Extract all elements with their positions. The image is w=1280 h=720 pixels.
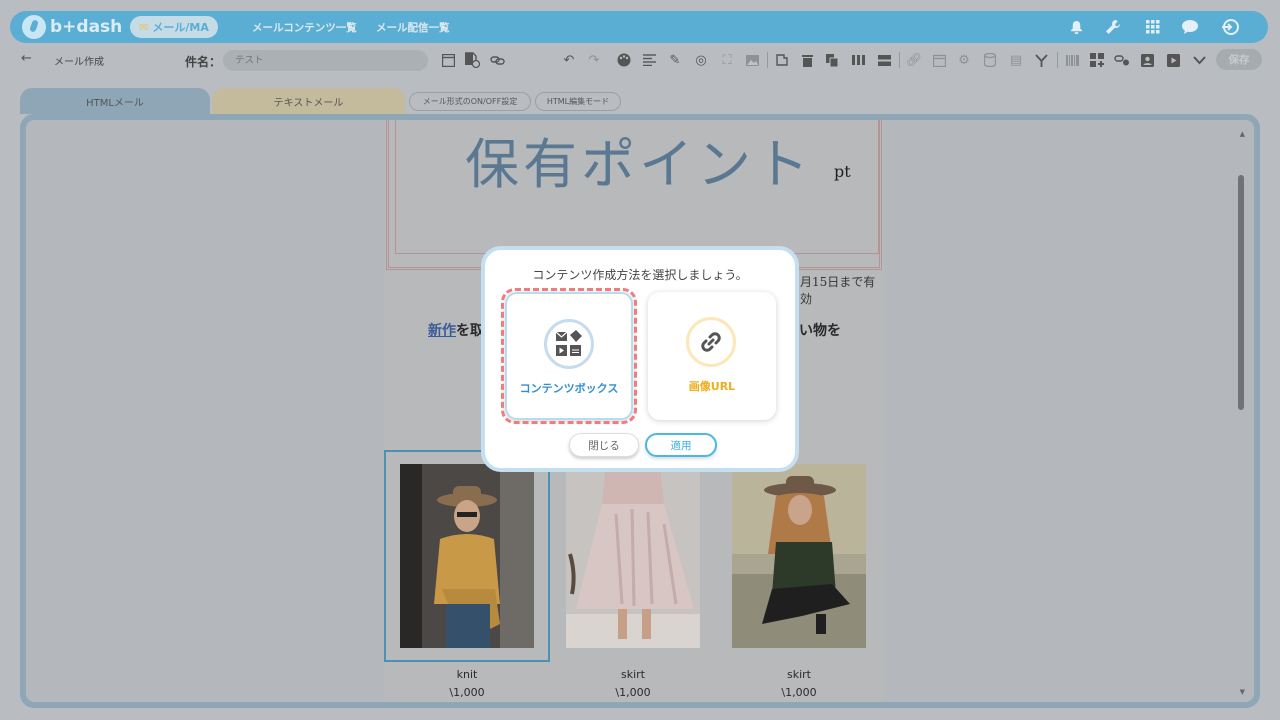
wrench-icon[interactable]	[1103, 17, 1123, 37]
preview-icon[interactable]	[439, 51, 457, 69]
schedule-icon[interactable]	[463, 51, 481, 69]
trash-icon[interactable]	[798, 51, 816, 69]
headline-text-tail: い物を	[799, 323, 841, 339]
nav-mail-ma-button[interactable]: ✉ メール/MA	[130, 16, 218, 38]
tab-text-mail-label: テキストメール	[273, 97, 344, 109]
scroll-down-arrow-icon[interactable]: ▼	[1240, 688, 1245, 696]
mail-format-toggle-button[interactable]: メール形式のON/OFF設定	[409, 92, 531, 111]
copy-icon[interactable]	[823, 51, 841, 69]
app-header: b+dash ✉ メール/MA メールコンテンツ一覧 メール配信一覧	[10, 11, 1268, 43]
product-photo-knit	[400, 464, 534, 648]
chevron-down-icon[interactable]	[1190, 51, 1208, 69]
product-price: \1,000	[449, 686, 485, 699]
calendar-icon[interactable]	[930, 51, 948, 69]
product-price: \1,000	[615, 686, 651, 699]
add-block-icon[interactable]	[1088, 51, 1106, 69]
apply-button[interactable]: 適用	[645, 433, 717, 457]
barcode-icon[interactable]	[1063, 51, 1081, 69]
headline-link[interactable]: 新作	[428, 323, 456, 339]
toolbar-separator	[767, 52, 768, 68]
grid-icon[interactable]	[1143, 17, 1163, 37]
fullscreen-icon[interactable]: ⛶	[718, 51, 736, 69]
toolbar-separator	[1057, 52, 1058, 68]
tab-text-mail[interactable]: テキストメール	[212, 88, 405, 114]
points-expiry-text: 月15日まで有効	[800, 275, 876, 306]
branch-icon[interactable]	[1032, 51, 1050, 69]
content-method-dialog: コンテンツ作成方法を選択しましょう。 コンテンツボックス 画像URL 閉じる 適…	[481, 246, 799, 472]
columns-icon[interactable]	[849, 51, 867, 69]
subject-label: 件名：	[185, 55, 222, 69]
product-name: knit	[456, 668, 478, 681]
nav-mail-contents-link[interactable]: メールコンテンツ一覧	[252, 20, 357, 35]
html-edit-mode-button[interactable]: HTML編集モード	[535, 92, 621, 111]
chain-settings-icon[interactable]	[1113, 51, 1131, 69]
target-icon[interactable]: ◎	[692, 51, 710, 69]
align-text-icon[interactable]	[640, 51, 658, 69]
image-url-label: 画像URL	[688, 380, 736, 393]
logo[interactable]: b+dash	[22, 15, 122, 39]
headline-text[interactable]: 新作を取	[428, 320, 484, 340]
gears-icon[interactable]: ⚙	[955, 51, 973, 69]
bell-icon[interactable]	[1066, 17, 1086, 37]
envelope-icon: ✉	[139, 20, 149, 34]
rows-icon[interactable]	[875, 51, 893, 69]
product-card[interactable]: skirt \1,000	[550, 450, 716, 702]
points-title: 保有ポイント	[465, 133, 813, 196]
product-name: skirt	[787, 668, 811, 681]
image-url-option[interactable]: 画像URL	[648, 292, 776, 420]
dialog-title: コンテンツ作成方法を選択しましょう。	[532, 268, 748, 282]
tab-html-mail-label: HTMLメール	[86, 97, 144, 109]
product-name: skirt	[621, 668, 645, 681]
pen-icon[interactable]: ✎	[666, 51, 684, 69]
logo-text: b+dash	[50, 17, 123, 37]
logout-icon[interactable]	[1220, 17, 1240, 37]
link-icon	[686, 317, 736, 367]
back-arrow-icon[interactable]: ←	[21, 51, 32, 66]
image-icon[interactable]	[743, 51, 761, 69]
chat-icon[interactable]	[1180, 17, 1200, 37]
points-unit: pt	[834, 162, 851, 181]
undo-icon[interactable]: ↶	[560, 51, 578, 69]
nav-mail-delivery-link[interactable]: メール配信一覧	[376, 20, 450, 35]
link-icon[interactable]: 🔗︎	[905, 51, 923, 69]
product-photo-skirt	[732, 464, 866, 648]
subject-input[interactable]	[223, 50, 428, 71]
palette-icon[interactable]	[615, 51, 633, 69]
scrollbar-thumb[interactable]	[1238, 175, 1244, 410]
product-price: \1,000	[781, 686, 817, 699]
editor-scrollbar[interactable]: ▲ ▼	[1237, 130, 1245, 696]
product-card[interactable]: skirt \1,000	[716, 450, 882, 702]
product-photo-skirt	[566, 464, 700, 648]
form-icon[interactable]: ▤	[1007, 51, 1025, 69]
toolbar-separator	[899, 52, 900, 68]
product-card[interactable]: knit \1,000	[384, 450, 550, 702]
save-button[interactable]: 保存	[1216, 49, 1262, 70]
mail-format-toggle-label: メール形式のON/OFF設定	[422, 97, 518, 106]
redo-icon[interactable]: ↷	[585, 51, 603, 69]
nav-mail-ma-label: メール/MA	[152, 21, 209, 34]
close-button[interactable]: 閉じる	[569, 433, 639, 457]
selected-option-highlight	[501, 288, 637, 424]
html-edit-mode-label: HTML編集モード	[546, 97, 610, 106]
new-block-icon[interactable]	[773, 51, 791, 69]
editor-toolbar: ← メール作成 件名： ↶ ↷ ✎ ◎ ⛶ 🔗︎ ⚙	[7, 45, 1270, 75]
page-title: メール作成	[54, 57, 104, 68]
contact-card-icon[interactable]	[1138, 51, 1156, 69]
video-icon[interactable]	[1164, 51, 1182, 69]
headline-text-part: を取	[456, 323, 484, 339]
database-icon[interactable]	[981, 51, 999, 69]
scroll-up-arrow-icon[interactable]: ▲	[1240, 130, 1245, 138]
link-settings-icon[interactable]	[489, 51, 507, 69]
logo-mark-icon	[22, 15, 46, 39]
tab-html-mail[interactable]: HTMLメール	[20, 88, 210, 114]
